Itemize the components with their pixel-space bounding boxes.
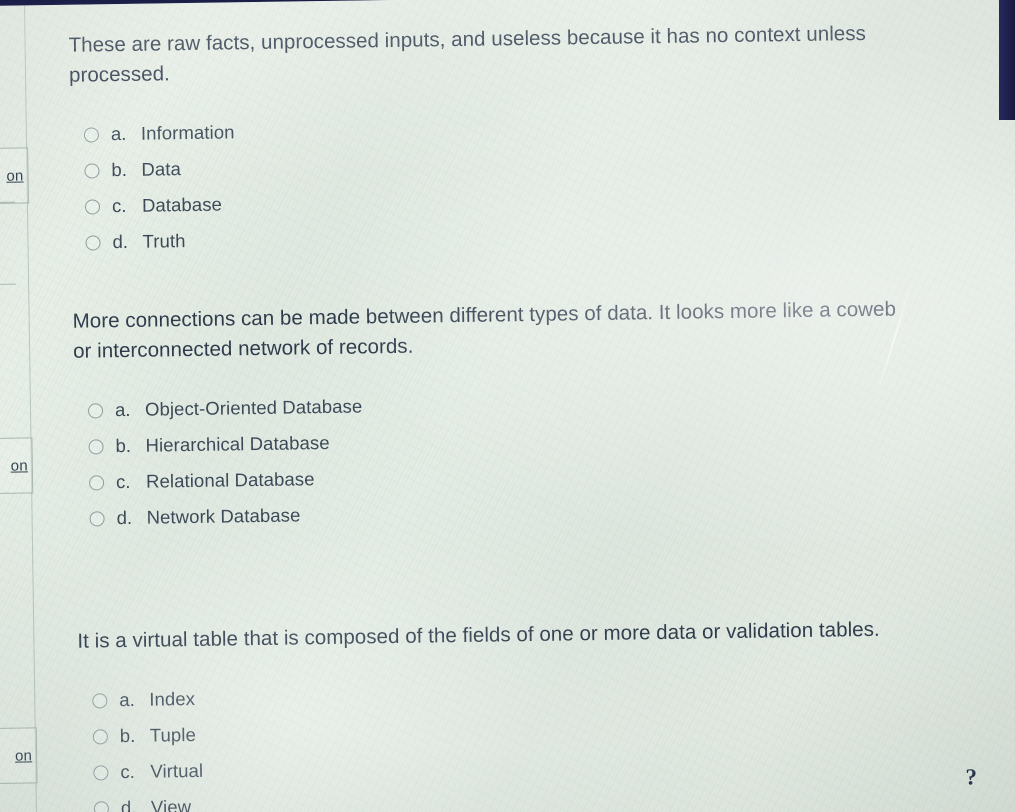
option-label: Truth [142,230,186,252]
question-text: It is a virtual table that is composed o… [77,617,880,653]
question-block: These are raw facts, unprocessed inputs,… [68,17,982,276]
question-nav-label: on [10,456,28,475]
radio-button-icon[interactable] [85,234,101,251]
option-letter: c. [120,760,135,783]
question-nav-item-2[interactable]: on [0,437,34,495]
option-label: Hierarchical Database [145,431,330,456]
option-label: Tuple [149,723,197,746]
radio-button-icon[interactable] [88,474,105,491]
question-nav-rail: on on on [0,5,38,812]
option-label: Index [149,687,196,710]
quiz-page: on on on These are raw facts, unprocesse… [0,0,1015,812]
option-letter: a. [119,688,135,711]
question-nav-label: on [14,746,33,765]
option-letter: a. [114,398,131,421]
radio-button-icon[interactable] [92,728,108,744]
option-label: Relational Database [145,468,315,492]
radio-button-icon[interactable] [89,510,105,527]
option-letter: b. [111,158,128,181]
option-label: Database [141,193,223,216]
question-nav-item-3[interactable]: on [0,727,38,785]
radio-button-icon[interactable] [87,402,104,419]
option-list: a. Information b. Data c. Database d. Tr… [70,103,982,260]
option-letter: d. [116,506,133,529]
option-label: Network Database [146,504,301,528]
option-letter: b. [115,434,132,457]
option-label: Virtual [150,759,204,782]
radio-button-icon[interactable] [92,692,108,708]
option-list: a. Index b. Tuple c. Virtual d. View [78,669,990,812]
option-letter: c. [111,194,127,217]
screen-surface: on on on These are raw facts, unprocesse… [0,0,1015,812]
monitor-bezel-right [999,0,1015,120]
question-nav-label: on [6,166,24,185]
radio-button-icon[interactable] [93,764,109,780]
question-block: More connections can be made between dif… [72,293,986,552]
option-letter: d. [112,230,129,253]
nav-rail-divider [23,5,38,812]
option-label: View [150,796,192,812]
option-letter: b. [119,724,136,747]
option-letter: c. [115,470,131,493]
radio-button-icon[interactable] [84,198,101,215]
question-nav-item-1[interactable]: on [0,147,29,205]
option-letter: d. [120,796,137,812]
question-block: It is a virtual table that is composed o… [77,613,990,812]
option-letter: a. [110,122,127,145]
option-label: Object-Oriented Database [144,395,363,420]
radio-button-icon[interactable] [84,162,100,179]
option-label: Information [140,121,235,144]
option-label: Data [141,158,182,180]
radio-button-icon[interactable] [88,438,104,455]
radio-button-icon[interactable] [93,800,110,812]
option-list: a. Object-Oriented Database b. Hierarchi… [74,379,986,536]
question-text: More connections can be made between dif… [72,297,897,363]
question-mark-help-icon[interactable]: ? [965,764,977,790]
nav-rail-tick [0,283,17,285]
question-text: These are raw facts, unprocessed inputs,… [68,21,867,87]
photographed-screen: on on on These are raw facts, unprocesse… [0,0,1015,812]
radio-button-icon[interactable] [83,126,100,143]
